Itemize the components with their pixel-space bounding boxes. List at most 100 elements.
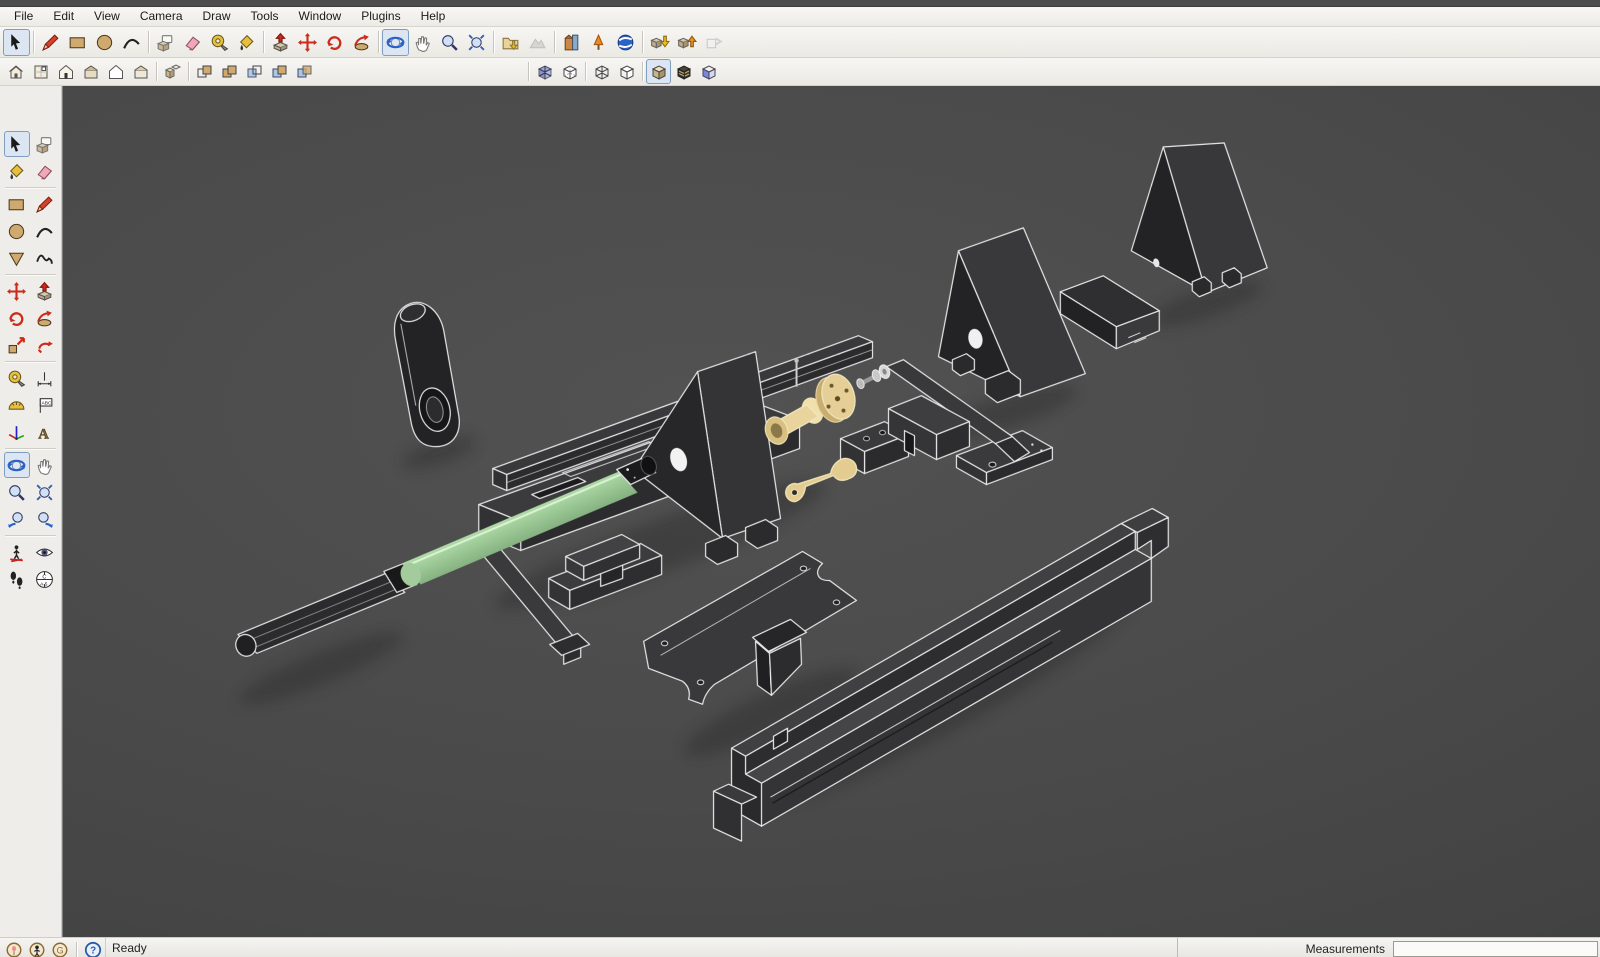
make-component-tool-button[interactable] [32, 131, 58, 157]
freehand-tool-button[interactable] [32, 245, 58, 271]
polygon-tool-button[interactable] [4, 245, 30, 271]
circle-button[interactable] [91, 29, 118, 56]
eraser-button[interactable] [179, 29, 206, 56]
zoom-tool-button[interactable] [4, 479, 30, 505]
model-part-screw[interactable] [855, 363, 891, 389]
select-icon [11, 33, 21, 50]
section-plane-tool-button[interactable]: C A-5 [32, 566, 58, 592]
view-top-button[interactable] [28, 59, 53, 84]
paint-bucket-tool-button[interactable] [4, 158, 30, 184]
axes-tool-button[interactable] [4, 419, 30, 445]
rotate-button[interactable] [321, 29, 348, 56]
menu-view[interactable]: View [84, 7, 130, 26]
make-component-button[interactable] [152, 29, 179, 56]
dimension-tool-button[interactable] [32, 365, 58, 391]
zoom-extents-tool-button[interactable] [32, 479, 58, 505]
arc-tool-button[interactable] [32, 218, 58, 244]
subtract-button[interactable] [242, 59, 267, 84]
follow-me-tool-button[interactable] [32, 305, 58, 331]
position-camera-tool-button[interactable] [4, 539, 30, 565]
tape-measure-button[interactable] [206, 29, 233, 56]
pan-tool-button[interactable] [32, 452, 58, 478]
photo-textures-button[interactable] [585, 29, 612, 56]
help-status-button[interactable]: ? [83, 940, 103, 957]
arc-button[interactable] [118, 29, 145, 56]
select-button[interactable] [3, 28, 30, 56]
claim-credit-status-button[interactable] [27, 940, 47, 957]
model-part-tool-rest-top[interactable] [548, 533, 663, 610]
look-around-tool-button[interactable] [32, 539, 58, 565]
select-tool-button[interactable] [3, 131, 30, 157]
eraser-tool-button[interactable] [32, 158, 58, 184]
tape-measure-tool-button[interactable] [4, 365, 30, 391]
hidden-line-button[interactable] [614, 59, 639, 84]
back-edges-button[interactable] [557, 59, 582, 84]
move-button[interactable] [294, 29, 321, 56]
zoom-button[interactable] [436, 29, 463, 56]
share-component-button[interactable] [700, 29, 727, 56]
preview-google-earth-button[interactable] [612, 29, 639, 56]
intersect-button[interactable] [192, 59, 217, 84]
follow-me-button[interactable] [348, 29, 375, 56]
line-button[interactable] [37, 29, 64, 56]
add-location-button[interactable] [497, 29, 524, 56]
circle-tool-button[interactable] [4, 218, 30, 244]
menu-edit[interactable]: Edit [43, 7, 84, 26]
menu-file[interactable]: File [4, 7, 43, 26]
move-tool-button[interactable] [4, 278, 30, 304]
sign-in-status-button[interactable]: G [50, 940, 70, 957]
view-iso-button[interactable] [3, 59, 28, 84]
paint-bucket-button[interactable] [233, 29, 260, 56]
union-button[interactable] [217, 59, 242, 84]
view-right-button[interactable] [78, 59, 103, 84]
warehouse-get-models-button[interactable] [646, 29, 673, 56]
menu-plugins[interactable]: Plugins [351, 7, 410, 26]
split-button[interactable] [292, 59, 317, 84]
get-models-button[interactable] [558, 29, 585, 56]
scale-tool-button[interactable] [4, 332, 30, 358]
xray-button[interactable] [532, 59, 557, 84]
3d-viewport[interactable] [62, 86, 1600, 937]
warehouse-share-models-button[interactable] [673, 29, 700, 56]
model-part-strap[interactable] [393, 300, 460, 448]
push-pull-button[interactable] [267, 29, 294, 56]
orbit-button[interactable] [382, 28, 409, 56]
measurements-input[interactable] [1393, 940, 1598, 957]
rectangle-button[interactable] [64, 29, 91, 56]
offset-tool-button[interactable] [32, 332, 58, 358]
outer-shell-button[interactable] [160, 59, 185, 84]
menu-tools[interactable]: Tools [241, 7, 289, 26]
menu-camera[interactable]: Camera [130, 7, 193, 26]
menu-window[interactable]: Window [289, 7, 352, 26]
menu-draw[interactable]: Draw [193, 7, 241, 26]
rotate-tool-button[interactable] [4, 305, 30, 331]
wireframe-button[interactable] [589, 59, 614, 84]
protractor-tool-button[interactable] [4, 392, 30, 418]
rectangle-tool-button[interactable] [4, 191, 30, 217]
menu-help[interactable]: Help [411, 7, 456, 26]
zoom-previous-tool-button[interactable] [4, 506, 30, 532]
walk-tool-button[interactable] [4, 566, 30, 592]
model-part-wedge-block[interactable] [1059, 275, 1160, 350]
toggle-terrain-button[interactable] [524, 29, 551, 56]
model-canvas[interactable] [63, 86, 1600, 937]
zoom-extents-button[interactable] [463, 29, 490, 56]
shaded-with-textures-button[interactable] [671, 59, 696, 84]
3d-text-tool-button[interactable]: A [32, 419, 58, 445]
view-front-button[interactable] [53, 59, 78, 84]
line-tool-button[interactable] [32, 191, 58, 217]
trim-button[interactable] [267, 59, 292, 84]
view-left-button[interactable] [128, 59, 153, 84]
geolocation-status-button[interactable] [4, 940, 24, 957]
zoom-next-tool-button[interactable] [32, 506, 58, 532]
pan-button[interactable] [409, 29, 436, 56]
shaded-button[interactable] [646, 59, 671, 84]
view-back-button[interactable] [103, 59, 128, 84]
text-tool-button[interactable]: ABC [32, 392, 58, 418]
toolbar-separator [585, 62, 586, 81]
model-part-tailstock-bracket-2[interactable] [1130, 142, 1268, 298]
orbit-tool-button[interactable] [3, 452, 30, 478]
push-pull-tool-button[interactable] [32, 278, 58, 304]
model-part-lever-cam[interactable] [785, 457, 858, 503]
monochrome-button[interactable] [696, 59, 721, 84]
